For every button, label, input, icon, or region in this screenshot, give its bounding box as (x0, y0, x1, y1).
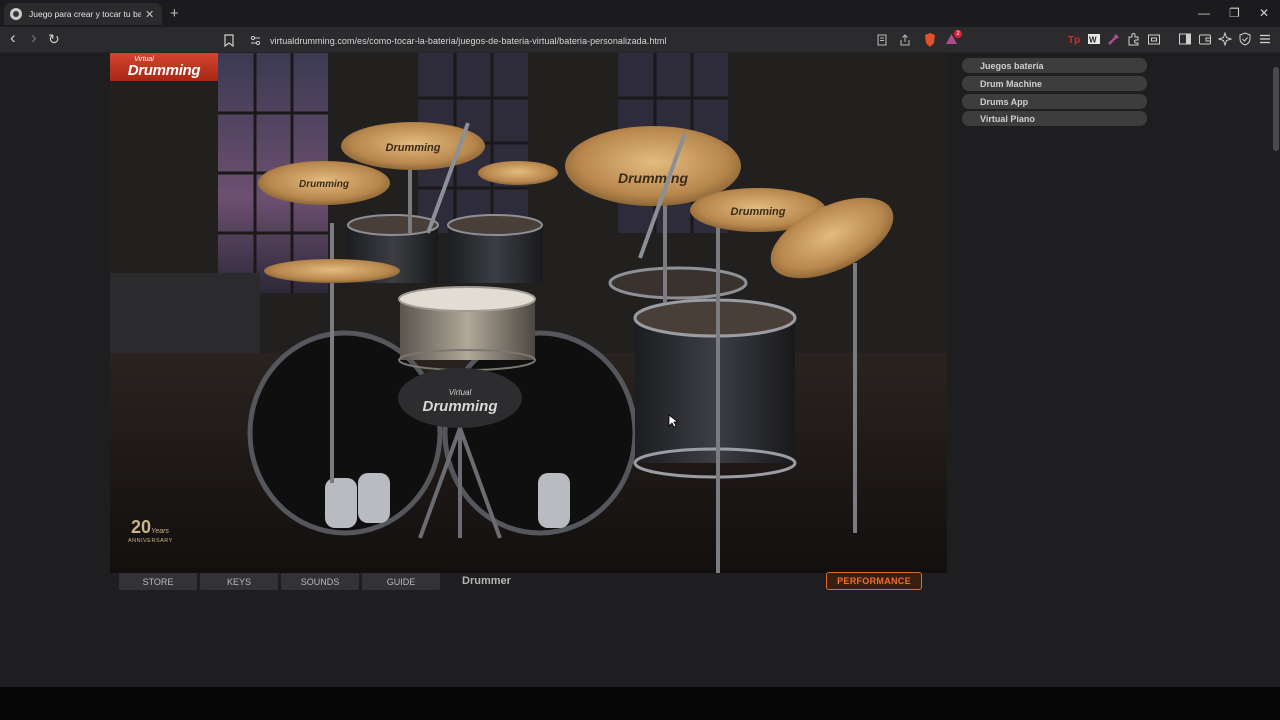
svg-text:W: W (1089, 36, 1097, 45)
new-tab-button[interactable]: + (170, 5, 179, 22)
floor-tom-back[interactable] (608, 266, 748, 300)
minimize-button[interactable]: — (1198, 6, 1210, 20)
anniversary-label: ANNIVERSARY (128, 538, 173, 544)
brave-shields-icon[interactable] (923, 32, 937, 48)
snare-drum[interactable] (398, 286, 536, 371)
vpn-shield-icon[interactable] (1238, 32, 1252, 46)
side-link-virtual-piano[interactable]: Virtual Piano (962, 111, 1147, 126)
crash-cymbal-top[interactable]: Drumming (341, 122, 485, 170)
guide-tab[interactable]: GUIDE (362, 573, 440, 590)
svg-text:Tp: Tp (1068, 35, 1080, 46)
cymbal-brand: Drumming (618, 170, 688, 186)
side-link-drum-machine[interactable]: Drum Machine (962, 76, 1147, 91)
drum-kit-stage[interactable]: Virtual Drumming Drumming Drumming Drumm… (110, 53, 947, 573)
side-link-drums-app[interactable]: Drums App (962, 94, 1147, 109)
sofa (110, 273, 260, 353)
performance-button[interactable]: PERFORMANCE (826, 572, 922, 590)
leo-ai-icon[interactable] (1218, 32, 1232, 46)
w-extension-icon[interactable]: W (1087, 32, 1101, 46)
rack-tom-right[interactable] (447, 214, 543, 283)
eyedropper-extension-icon[interactable] (1107, 32, 1121, 46)
stool-brand-big: Drumming (423, 398, 498, 415)
virtual-drumming-logo[interactable]: Virtual Drumming (110, 53, 218, 81)
mouse-cursor-icon (668, 414, 678, 428)
page-scrollbar[interactable] (1273, 61, 1279, 687)
rewards-badge: 2 (954, 30, 962, 38)
sidebar-toggle-icon[interactable] (1178, 32, 1192, 46)
logo-big-text: Drumming (127, 62, 201, 79)
cymbal-brand: Drumming (731, 206, 786, 218)
hihat-pedal[interactable] (538, 473, 570, 528)
share-icon[interactable] (899, 34, 911, 46)
back-button[interactable]: ‹ (10, 28, 16, 48)
sounds-tab[interactable]: SOUNDS (281, 573, 359, 590)
cymbal-brand: Drumming (299, 179, 349, 190)
drummer-toggle[interactable]: Drummer (462, 575, 511, 587)
restore-button[interactable]: ❐ (1229, 6, 1240, 20)
taskbar-strip (0, 687, 1280, 720)
extensions-puzzle-icon[interactable] (1127, 32, 1141, 46)
tab-title: Juego para crear y tocar tu bate (29, 9, 141, 19)
translate-extension-icon[interactable]: Tp (1067, 32, 1081, 46)
bookmark-icon[interactable] (224, 34, 234, 47)
forward-button[interactable]: › (31, 28, 37, 48)
anniversary-years: Years (151, 528, 169, 535)
screenshot-icon[interactable] (1147, 32, 1161, 46)
address-bar[interactable]: virtualdrumming.com/es/como-tocar-la-bat… (218, 30, 966, 51)
site-settings-icon[interactable] (250, 35, 261, 46)
browser-toolbar: ‹ › ↻ virtualdrumming.com/es/como-tocar-… (0, 27, 1280, 53)
browser-tab[interactable]: Juego para crear y tocar tu bate ✕ (4, 3, 162, 25)
drum-kit-illustration: Virtual Drumming Drumming Drumming Drumm… (110, 53, 947, 573)
wallet-icon[interactable] (1198, 32, 1212, 46)
store-tab[interactable]: STORE (119, 573, 197, 590)
crash-cymbal-left[interactable]: Drumming (258, 161, 390, 205)
tab-strip: Juego para crear y tocar tu bate ✕ + — ❐… (0, 0, 1280, 27)
keys-tab[interactable]: KEYS (200, 573, 278, 590)
main-menu-icon[interactable] (1258, 32, 1272, 46)
reload-button[interactable]: ↻ (48, 31, 60, 48)
scrollbar-thumb[interactable] (1273, 67, 1279, 151)
tab-close-icon[interactable]: ✕ (145, 8, 154, 21)
stool-brand-small: Virtual (449, 388, 472, 397)
side-link-juegos-bateria[interactable]: Juegos batería (962, 58, 1147, 73)
splash-cymbal[interactable] (478, 161, 558, 185)
site-favicon-icon (10, 8, 22, 20)
anniversary-number: 20 (131, 517, 152, 537)
url-text: virtualdrumming.com/es/como-tocar-la-bat… (270, 35, 667, 46)
anniversary-badge: 20Years ANNIVERSARY (128, 518, 172, 552)
close-window-button[interactable]: ✕ (1259, 6, 1269, 20)
floor-tom[interactable] (633, 298, 797, 479)
cymbal-brand: Drumming (386, 142, 441, 154)
reader-mode-icon[interactable] (877, 34, 887, 46)
hi-hat-cymbal[interactable] (264, 259, 400, 283)
